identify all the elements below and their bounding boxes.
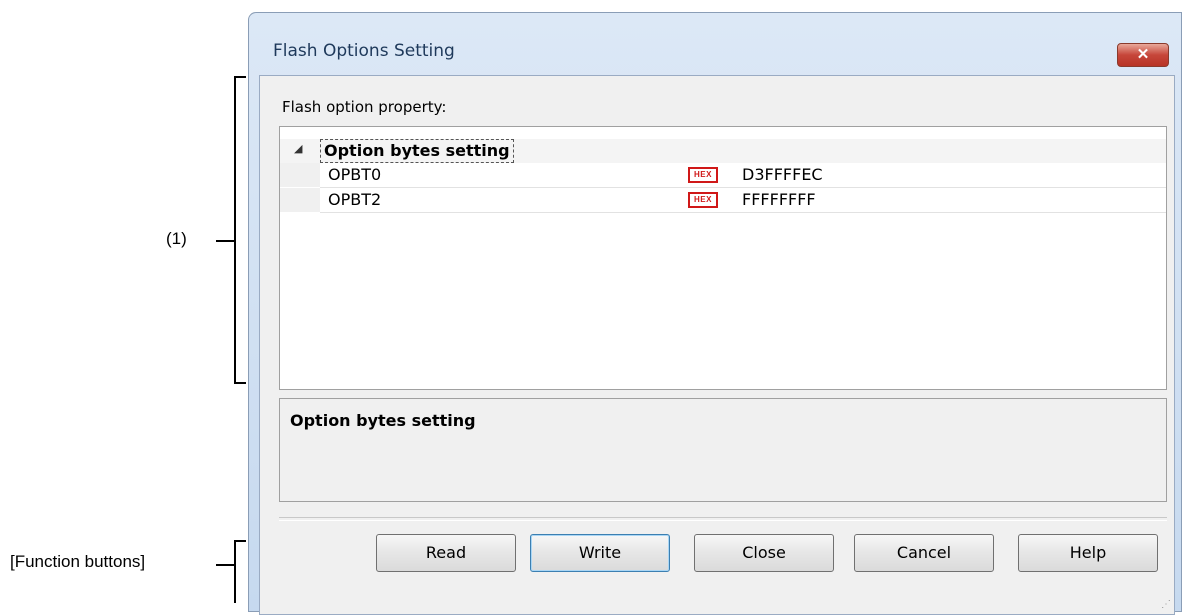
hex-icon: HEX	[688, 192, 718, 208]
hex-icon: HEX	[688, 167, 718, 183]
bracket-1-bottom	[234, 382, 246, 384]
property-name: OPBT2	[328, 190, 382, 209]
annotation-function-buttons: [Function buttons]	[10, 552, 146, 571]
write-button[interactable]: Write	[530, 534, 670, 572]
property-name: OPBT0	[328, 165, 382, 184]
bracket-1-vertical	[234, 76, 236, 384]
bracket-2-top	[234, 540, 246, 542]
bracket-2-leader	[216, 564, 234, 566]
row-gutter	[280, 163, 320, 187]
flash-options-dialog: Flash Options Setting ✕ Flash option pro…	[248, 12, 1182, 615]
property-row-opbt0[interactable]: OPBT0 HEX D3FFFFEC	[280, 163, 1166, 187]
row-divider	[320, 212, 1166, 213]
category-row[interactable]: ◢ Option bytes setting	[280, 139, 1166, 163]
description-panel: Option bytes setting	[279, 398, 1167, 502]
bracket-2-vertical	[234, 540, 236, 603]
dialog-client-area: Flash option property: ◢ Option bytes se…	[259, 75, 1175, 615]
property-value[interactable]: FFFFFFFF	[742, 190, 816, 209]
collapse-triangle-icon[interactable]: ◢	[294, 142, 302, 155]
button-separator	[279, 517, 1167, 521]
property-value[interactable]: D3FFFFEC	[742, 165, 823, 184]
property-label: Flash option property:	[282, 98, 447, 116]
property-grid[interactable]: ◢ Option bytes setting OPBT0 HEX D3FFFFE…	[279, 126, 1167, 390]
property-row-opbt2[interactable]: OPBT2 HEX FFFFFFFF	[280, 188, 1166, 212]
resize-grip-icon[interactable]: ⋰	[1161, 599, 1171, 610]
description-title: Option bytes setting	[290, 411, 476, 430]
close-window-button[interactable]: ✕	[1117, 43, 1169, 67]
window-title: Flash Options Setting	[273, 41, 455, 61]
read-button[interactable]: Read	[376, 534, 516, 572]
close-button[interactable]: Close	[694, 534, 834, 572]
bracket-1-top	[234, 76, 246, 78]
category-label: Option bytes setting	[320, 139, 514, 163]
title-bar[interactable]: Flash Options Setting ✕	[249, 13, 1181, 75]
cancel-button[interactable]: Cancel	[854, 534, 994, 572]
annotation-section-1: (1)	[166, 229, 187, 248]
help-button[interactable]: Help	[1018, 534, 1158, 572]
close-icon: ✕	[1136, 46, 1150, 63]
row-gutter	[280, 188, 320, 212]
bracket-1-leader	[216, 240, 234, 242]
